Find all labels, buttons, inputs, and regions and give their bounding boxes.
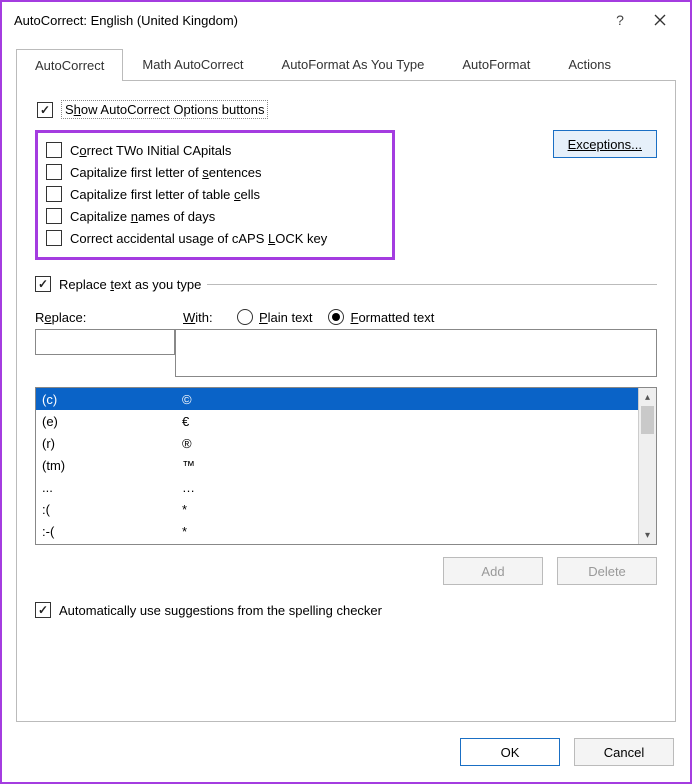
list-item[interactable]: (r)® [36,432,638,454]
replace-fieldset: Replace text as you type Replace: With: [35,284,657,621]
checkbox-icon [46,142,62,158]
list-item[interactable]: :(* [36,498,638,520]
scrollbar[interactable]: ▴ ▾ [638,388,656,544]
caps-option[interactable]: Capitalize first letter of table cells [46,183,384,205]
tab-math-autocorrect[interactable]: Math AutoCorrect [123,48,262,80]
use-suggestions-checkbox[interactable]: Automatically use suggestions from the s… [35,599,657,621]
replace-text-label: Replace text as you type [59,277,201,292]
scroll-thumb[interactable] [641,406,654,434]
caps-option[interactable]: Capitalize first letter of sentences [46,161,384,183]
checkbox-icon [46,230,62,246]
window-title: AutoCorrect: English (United Kingdom) [14,13,600,28]
checkbox-icon [46,164,62,180]
capitalization-options-group: Correct TWo INitial CApitals Capitalize f… [35,130,395,260]
scroll-down-icon[interactable]: ▾ [639,526,656,544]
with-label: With: [183,310,229,325]
list-item[interactable]: (tm)™ [36,454,638,476]
replace-label: Replace: [35,310,175,325]
entries-listbox[interactable]: (c)©(e)€(r)®(tm)™...…:(*:-(* ▴ ▾ [35,387,657,545]
list-item[interactable]: :-(* [36,520,638,542]
format-radio-group: Plain text Formatted text [237,309,434,325]
cancel-button[interactable]: Cancel [574,738,674,766]
show-options-label: Show AutoCorrect Options buttons [61,100,268,119]
titlebar: AutoCorrect: English (United Kingdom) ? [2,2,690,38]
use-suggestions-label: Automatically use suggestions from the s… [59,603,382,618]
tabstrip: AutoCorrectMath AutoCorrectAutoFormat As… [16,48,676,81]
scroll-up-icon[interactable]: ▴ [639,388,656,406]
autocorrect-dialog: AutoCorrect: English (United Kingdom) ? … [0,0,692,784]
checkbox-icon [46,208,62,224]
help-button[interactable]: ? [600,6,640,34]
list-item[interactable]: (c)© [36,388,638,410]
delete-button[interactable]: Delete [557,557,657,585]
checkbox-icon [46,186,62,202]
tab-autocorrect[interactable]: AutoCorrect [16,49,123,81]
ok-button[interactable]: OK [460,738,560,766]
tab-autoformat-as-you-type[interactable]: AutoFormat As You Type [263,48,444,80]
radio-icon [328,309,344,325]
list-item[interactable]: (e)€ [36,410,638,432]
checkbox-icon [37,102,53,118]
tab-panel-autocorrect: Show AutoCorrect Options buttons Correct… [16,81,676,722]
replace-text-checkbox[interactable]: Replace text as you type [35,273,207,295]
add-button[interactable]: Add [443,557,543,585]
dialog-footer: OK Cancel [2,722,690,782]
plain-text-radio[interactable]: Plain text [237,309,312,325]
caps-option-label: Capitalize first letter of sentences [70,165,261,180]
close-button[interactable] [640,6,680,34]
caps-option-label: Correct TWo INitial CApitals [70,143,231,158]
show-options-checkbox[interactable]: Show AutoCorrect Options buttons [37,97,657,122]
caps-option[interactable]: Correct TWo INitial CApitals [46,139,384,161]
checkbox-icon [35,276,51,292]
tab-actions[interactable]: Actions [549,48,630,80]
close-icon [654,14,666,26]
caps-option-label: Capitalize names of days [70,209,215,224]
formatted-text-radio[interactable]: Formatted text [328,309,434,325]
caps-option[interactable]: Correct accidental usage of cAPS LOCK ke… [46,227,384,249]
radio-icon [237,309,253,325]
caps-option-label: Correct accidental usage of cAPS LOCK ke… [70,231,327,246]
exceptions-button[interactable]: Exceptions... [553,130,657,158]
replace-input[interactable] [35,329,175,355]
list-item[interactable]: ...… [36,476,638,498]
checkbox-icon [35,602,51,618]
tab-autoformat[interactable]: AutoFormat [443,48,549,80]
caps-option-label: Capitalize first letter of table cells [70,187,260,202]
with-input[interactable] [175,329,657,377]
caps-option[interactable]: Capitalize names of days [46,205,384,227]
